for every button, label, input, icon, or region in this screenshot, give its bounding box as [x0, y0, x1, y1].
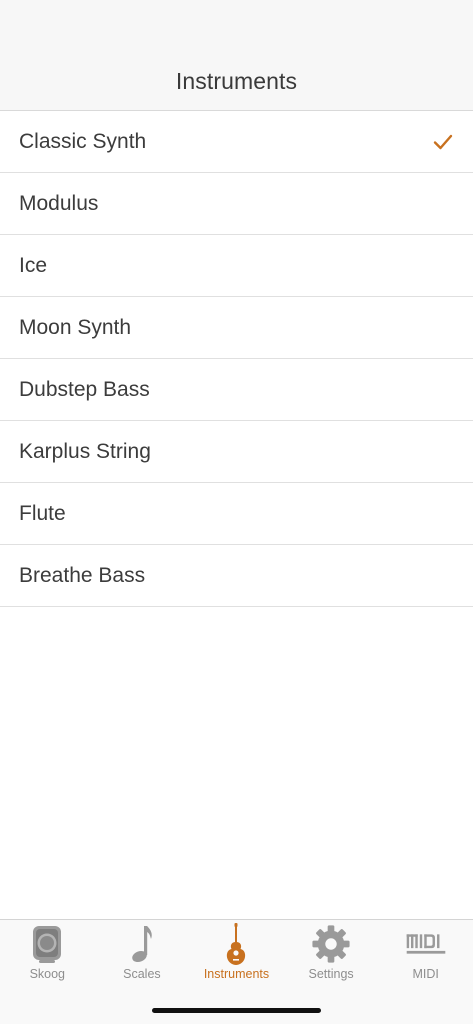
tab-label: Instruments	[203, 967, 270, 981]
instrument-item-classic-synth[interactable]: Classic Synth	[0, 111, 473, 173]
instrument-item-modulus[interactable]: Modulus	[0, 173, 473, 235]
midi-icon	[406, 923, 446, 965]
tab-instruments[interactable]: Instruments	[189, 920, 284, 984]
tab-label: Scales	[123, 967, 161, 981]
tab-label: Skoog	[29, 967, 66, 981]
instrument-list: Classic Synth Modulus Ice Moon Synth Dub…	[0, 111, 473, 607]
guitar-icon	[216, 923, 256, 965]
skoog-device-icon	[27, 923, 67, 965]
instrument-item-moon-synth[interactable]: Moon Synth	[0, 297, 473, 359]
instrument-item-label: Karplus String	[19, 439, 151, 463]
tab-settings[interactable]: Settings	[284, 920, 379, 984]
instrument-item-label: Moon Synth	[19, 315, 132, 339]
home-indicator	[152, 1008, 321, 1013]
page-title: Instruments	[175, 68, 298, 94]
instrument-item-flute[interactable]: Flute	[0, 483, 473, 545]
instrument-item-label: Modulus	[19, 191, 99, 215]
tab-scales[interactable]: Scales	[95, 920, 190, 984]
instrument-item-label: Flute	[19, 501, 66, 525]
instrument-item-breathe-bass[interactable]: Breathe Bass	[0, 545, 473, 607]
gear-icon	[311, 923, 351, 965]
tab-skoog[interactable]: Skoog	[0, 920, 95, 984]
instrument-item-ice[interactable]: Ice	[0, 235, 473, 297]
instrument-item-label: Ice	[19, 253, 48, 277]
tab-label: MIDI	[412, 967, 439, 981]
instrument-item-dubstep-bass[interactable]: Dubstep Bass	[0, 359, 473, 421]
instrument-item-label: Dubstep Bass	[19, 377, 150, 401]
instrument-item-label: Classic Synth	[19, 129, 147, 153]
instrument-item-karplus-string[interactable]: Karplus String	[0, 421, 473, 483]
tab-label: Settings	[308, 967, 354, 981]
checkmark-icon	[433, 134, 453, 149]
tab-midi[interactable]: MIDI	[378, 920, 473, 984]
instrument-item-label: Breathe Bass	[19, 563, 146, 587]
navigation-bar: Instruments	[0, 0, 473, 111]
music-note-icon	[122, 923, 162, 965]
